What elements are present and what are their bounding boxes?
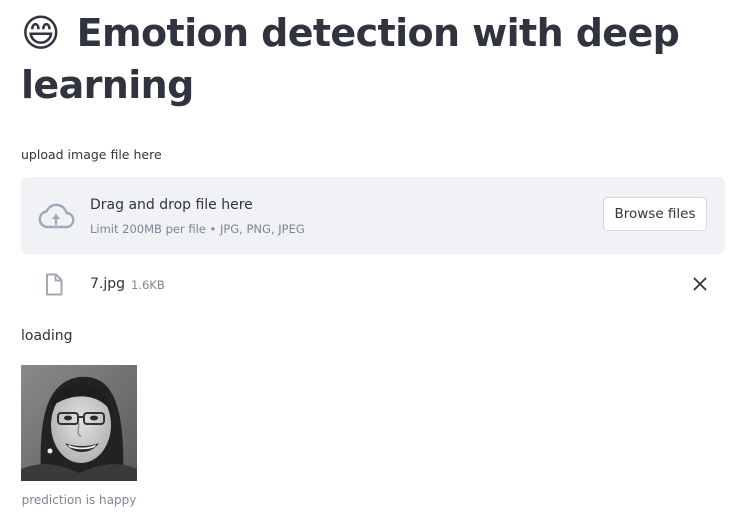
dropzone-limits: Limit 200MB per file • JPG, PNG, JPEG	[90, 222, 305, 236]
file-dropzone[interactable]: Drag and drop file here Limit 200MB per …	[21, 177, 725, 254]
page-title-text: Emotion detection with deep learning	[21, 11, 680, 107]
upload-label: upload image file here	[21, 147, 162, 162]
prediction-caption: prediction is happy	[21, 493, 137, 507]
uploaded-face-image	[21, 365, 137, 481]
close-icon[interactable]	[689, 273, 711, 295]
file-size: 1.6KB	[131, 278, 165, 292]
cloud-upload-icon	[38, 203, 75, 229]
dropzone-title: Drag and drop file here	[90, 197, 253, 213]
file-name: 7.jpg	[90, 276, 126, 292]
loading-status: loading	[21, 328, 73, 344]
file-icon	[46, 273, 63, 296]
uploaded-file-row: 7.jpg 1.6KB	[21, 265, 725, 305]
smile-emoji: 😄	[21, 11, 61, 55]
browse-files-button[interactable]: Browse files	[603, 197, 707, 231]
page-title: 😄 Emotion detection with deep learning	[21, 7, 741, 111]
